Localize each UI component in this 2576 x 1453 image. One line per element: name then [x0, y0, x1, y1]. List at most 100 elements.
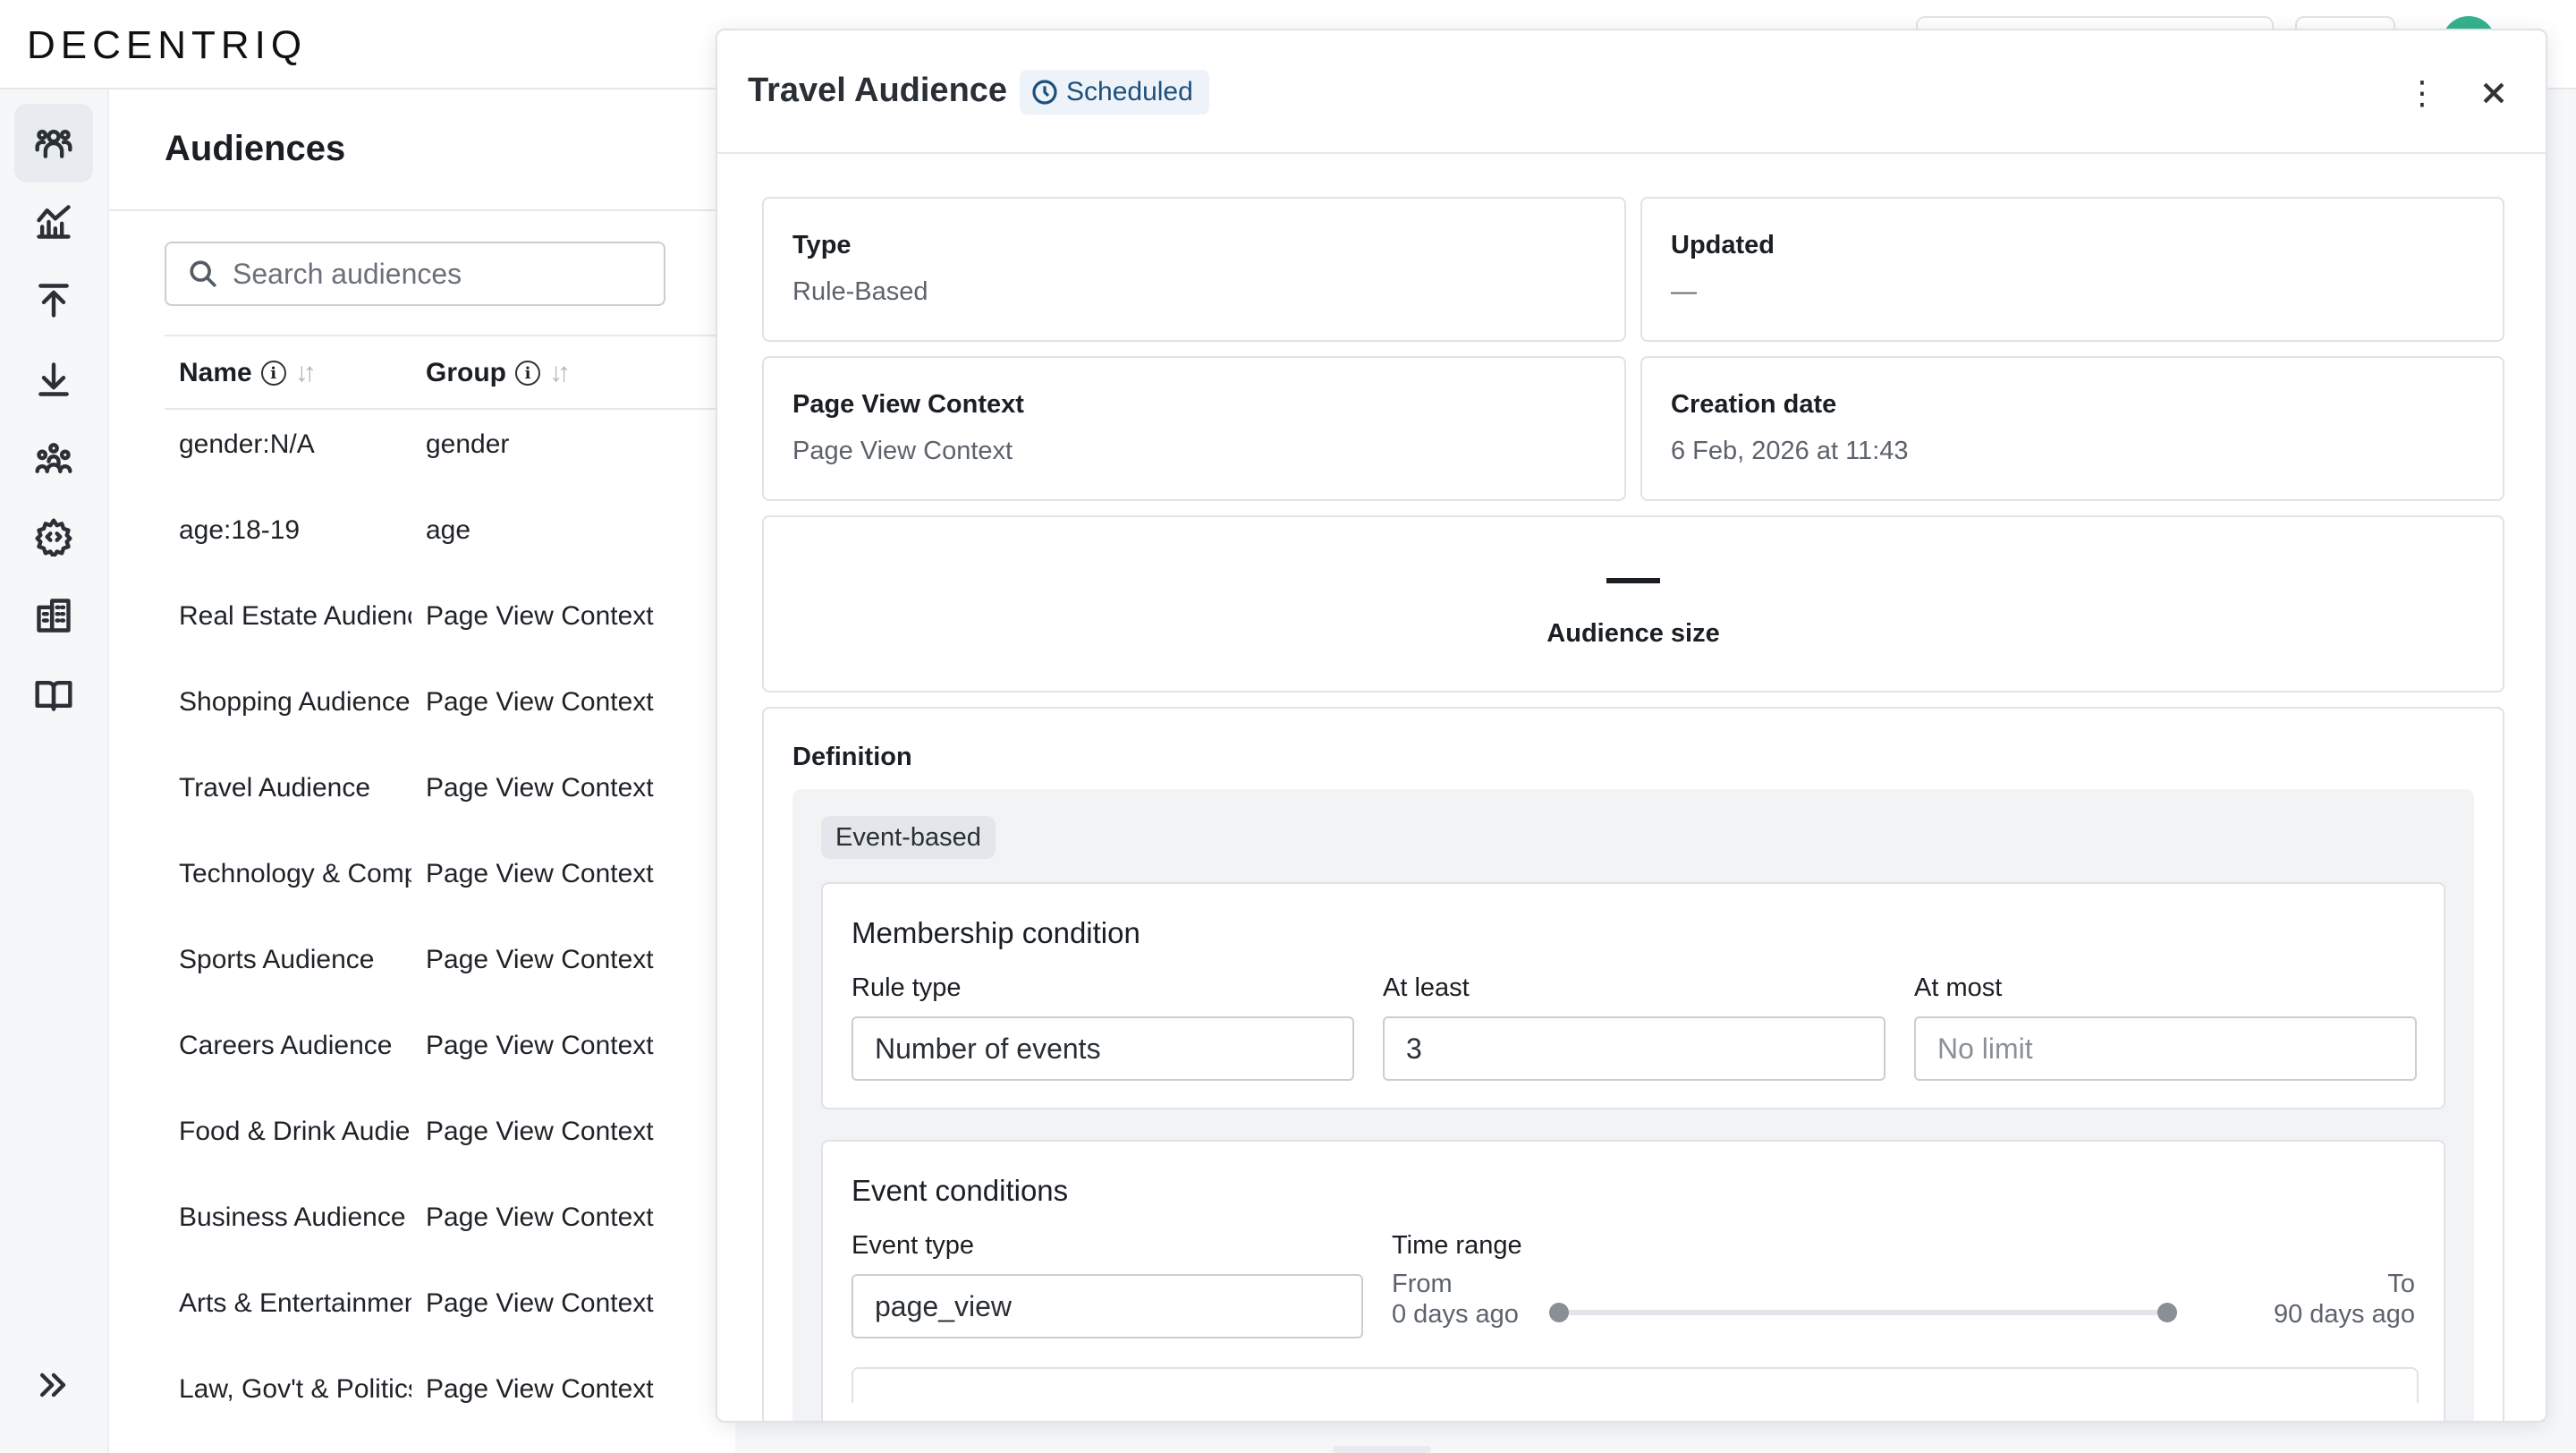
definition-card: Definition Event-based Membership condit…: [762, 707, 2504, 1421]
table-row[interactable]: Shopping Audience Page View Context: [165, 687, 737, 773]
table-row[interactable]: gender:N/A gender: [165, 429, 737, 515]
audience-group-cell: age: [426, 515, 471, 545]
audience-group-cell: Page View Context: [426, 687, 654, 717]
table-row[interactable]: Careers Audience Page View Context: [165, 1031, 737, 1117]
table-row[interactable]: Business Audience Page View Context: [165, 1202, 737, 1288]
table-row[interactable]: age:18-19 age: [165, 515, 737, 601]
clock-icon: [1032, 80, 1057, 105]
rule-type-field[interactable]: Number of events: [852, 1016, 1354, 1081]
info-icon[interactable]: i: [515, 361, 540, 386]
event-type-label: Event type: [852, 1231, 975, 1260]
sidebar-item-insights[interactable]: [14, 183, 93, 261]
at-least-field[interactable]: 3: [1383, 1016, 1885, 1081]
drawer-header: Travel Audience Scheduled ⋮: [717, 30, 2546, 154]
download-icon: [38, 362, 69, 396]
book-icon: [35, 680, 72, 711]
sidebar-nav: [0, 89, 109, 1453]
from-label: From: [1392, 1270, 1453, 1298]
event-conditions-card: Event conditions Event type page_view Ti…: [821, 1140, 2445, 1421]
time-range-to: To 90 days ago: [2274, 1269, 2415, 1330]
time-range-slider[interactable]: [1558, 1310, 2166, 1315]
sidebar-expand-button[interactable]: [14, 1346, 93, 1424]
audience-name-cell: Shopping Audience: [179, 687, 411, 717]
sort-icon[interactable]: ↓↑: [295, 358, 317, 388]
sidebar-item-organization[interactable]: [14, 576, 93, 655]
event-type-field[interactable]: page_view: [852, 1274, 1363, 1338]
sidebar-item-developer[interactable]: [14, 497, 93, 576]
audience-name-cell: age:18-19: [179, 515, 301, 545]
more-options-button[interactable]: ⋮: [2401, 68, 2444, 118]
status-label: Scheduled: [1066, 77, 1193, 106]
membership-condition-card: Membership condition Rule type Number of…: [821, 882, 2445, 1109]
table-row[interactable]: Travel Audience Page View Context: [165, 773, 737, 859]
drawer-title: Travel Audience: [748, 72, 1008, 109]
audience-name-cell: Law, Gov't & Politics: [179, 1374, 411, 1404]
divider: [109, 209, 735, 211]
audience-name-cell: Travel Audience: [179, 773, 371, 803]
audience-name-cell: Sports Audience: [179, 945, 375, 974]
definition-title: Definition: [792, 743, 912, 771]
people-group-icon: [35, 443, 72, 473]
audience-group-cell: Page View Context: [426, 601, 654, 631]
audience-size-label: Audience size: [1546, 619, 1720, 648]
at-most-label: At most: [1914, 973, 2003, 1002]
audience-group-cell: Page View Context: [426, 1117, 654, 1146]
column-header-name[interactable]: Name i ↓↑: [179, 358, 317, 388]
audience-group-cell: Page View Context: [426, 773, 654, 803]
at-most-field[interactable]: No limit: [1914, 1016, 2417, 1081]
slider-thumb-from[interactable]: [1549, 1303, 1569, 1322]
from-value: 0 days ago: [1392, 1300, 1519, 1329]
slider-thumb-to[interactable]: [2157, 1303, 2177, 1322]
sidebar-item-upload[interactable]: [14, 261, 93, 340]
scroll-handle[interactable]: [1333, 1446, 1431, 1453]
rule-type-label: Rule type: [852, 973, 962, 1002]
group-card: Page View Context Page View Context: [762, 356, 1626, 501]
updated-card: Updated —: [1640, 197, 2504, 342]
table-row[interactable]: Technology & Computing Page View Context: [165, 859, 737, 945]
type-label: Type: [792, 231, 852, 259]
at-least-label: At least: [1383, 973, 1470, 1002]
audience-size-card: Audience size: [762, 515, 2504, 693]
creation-date-label: Creation date: [1671, 390, 1837, 419]
group-value: Page View Context: [792, 437, 1013, 465]
sidebar-item-docs[interactable]: [14, 655, 93, 734]
table-row[interactable]: Law, Gov't & Politics Page View Context: [165, 1374, 737, 1453]
page-title: Audiences: [165, 129, 346, 168]
sidebar-item-collaboration[interactable]: [14, 419, 93, 497]
time-range-label: Time range: [1392, 1231, 1522, 1260]
search-input[interactable]: [233, 257, 644, 291]
column-header-group[interactable]: Group i ↓↑: [426, 358, 571, 388]
audience-name-cell: Real Estate Audience: [179, 601, 411, 631]
table-row[interactable]: Food & Drink Audience Page View Context: [165, 1117, 737, 1202]
sidebar-item-download[interactable]: [14, 340, 93, 419]
audience-size-value-dash: [1606, 578, 1660, 583]
audience-name-cell: Business Audience: [179, 1202, 406, 1232]
search-box[interactable]: [165, 242, 665, 306]
kebab-menu-icon: ⋮: [2406, 74, 2438, 111]
audiences-icon: [35, 129, 72, 158]
close-button[interactable]: [2469, 68, 2519, 118]
group-label: Page View Context: [792, 390, 1024, 419]
audience-group-cell: Page View Context: [426, 945, 654, 974]
decentriq-logo[interactable]: DECENTRIQ: [27, 23, 307, 68]
sort-icon[interactable]: ↓↑: [549, 358, 571, 388]
search-icon: [190, 260, 216, 287]
table-row[interactable]: Arts & Entertainment Page View Context: [165, 1288, 737, 1374]
creation-date-value: 6 Feb, 2026 at 11:43: [1671, 437, 1909, 465]
sidebar-item-audiences[interactable]: [14, 104, 93, 183]
organization-building-icon: [37, 599, 71, 633]
info-icon[interactable]: i: [260, 361, 286, 386]
table-row[interactable]: Real Estate Audience Page View Context: [165, 601, 737, 687]
audience-name-cell: Food & Drink Audience: [179, 1117, 411, 1146]
table-row[interactable]: Sports Audience Page View Context: [165, 945, 737, 1031]
definition-body: Event-based Membership condition Rule ty…: [792, 789, 2474, 1421]
audience-name-cell: Careers Audience: [179, 1031, 393, 1060]
column-group-label: Group: [426, 358, 506, 387]
audience-group-cell: Page View Context: [426, 1288, 654, 1318]
updated-value: —: [1671, 277, 1697, 306]
status-badge: Scheduled: [1020, 70, 1209, 115]
close-icon: [2483, 82, 2504, 104]
audience-group-cell: Page View Context: [426, 1374, 654, 1404]
audience-detail-drawer: Travel Audience Scheduled ⋮ Type Rule-Ba…: [716, 29, 2547, 1423]
membership-condition-title: Membership condition: [852, 916, 1140, 949]
